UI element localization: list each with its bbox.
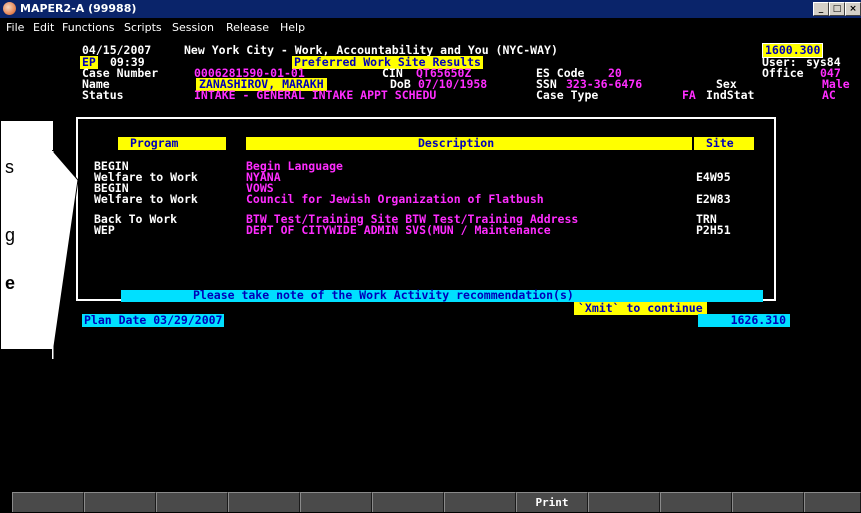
xmit-prompt[interactable]: `Xmit` to continue (574, 302, 707, 315)
fkey-3[interactable] (156, 492, 228, 512)
callout-pointer (52, 150, 79, 360)
row-program: WEP (94, 223, 115, 237)
row-site: E4W95 (696, 170, 731, 184)
row-site: E2W83 (696, 192, 731, 206)
row-program: Welfare to Work (94, 192, 198, 206)
menu-bar: File Edit Functions Scripts Session Rele… (0, 18, 861, 37)
plan-date: Plan Date 03/29/2007 (82, 313, 225, 327)
status-label: Status (82, 88, 124, 102)
fkey-12[interactable] (804, 492, 861, 512)
minimize-button[interactable]: _ (813, 2, 829, 16)
menu-session[interactable]: Session (172, 21, 214, 34)
indstat-value: AC (822, 88, 836, 102)
print-button[interactable]: Print (516, 492, 588, 512)
menu-file[interactable]: File (6, 21, 24, 34)
fkey-6[interactable] (372, 492, 444, 512)
office-label: Office (762, 66, 804, 80)
callout-line-1: s (5, 157, 14, 177)
window-title: MAPER2-A (99988) (20, 2, 137, 15)
column-site: Site (706, 136, 734, 150)
callout-line-2: g (5, 225, 16, 245)
column-description: Description (418, 136, 495, 150)
case-type-value: FA (682, 88, 696, 102)
row-site: P2H51 (696, 223, 731, 237)
menu-edit[interactable]: Edit (33, 21, 54, 34)
screen-id: 1626.310 (698, 314, 790, 327)
title-bar: MAPER2-A (99988) _ □ × (0, 0, 861, 18)
callout-line-3: e (5, 273, 16, 293)
menu-release[interactable]: Release (226, 21, 269, 34)
fkey-10[interactable] (660, 492, 732, 512)
row-description: DEPT OF CITYWIDE ADMIN SVS(MUN / Mainten… (246, 223, 551, 237)
status-value: INTAKE - GENERAL INTAKE APPT SCHEDU (194, 88, 437, 102)
fkey-4[interactable] (228, 492, 300, 512)
annotation-callout: s g e (0, 120, 54, 350)
maximize-button[interactable]: □ (829, 2, 845, 16)
fkey-2[interactable] (84, 492, 156, 512)
row-description: Council for Jewish Organization of Flatb… (246, 192, 544, 206)
menu-help[interactable]: Help (280, 21, 305, 34)
column-program: Program (130, 136, 179, 150)
fkey-9[interactable] (588, 492, 660, 512)
fkey-1[interactable] (12, 492, 84, 512)
fkey-5[interactable] (300, 492, 372, 512)
case-type-label: Case Type (536, 88, 599, 102)
function-key-bar: Print (0, 492, 861, 512)
menu-scripts[interactable]: Scripts (124, 21, 162, 34)
fkey-7[interactable] (444, 492, 516, 512)
close-button[interactable]: × (845, 2, 861, 16)
terminal-screen: 04/15/2007 New York City - Work, Account… (0, 37, 861, 492)
menu-functions[interactable]: Functions (62, 21, 115, 34)
note-text: Please take note of the Work Activity re… (193, 288, 574, 302)
indstat-label: IndStat (706, 88, 755, 102)
terminal-window: MAPER2-A (99988) _ □ × File Edit Functio… (0, 0, 861, 512)
fkey-11[interactable] (732, 492, 804, 512)
app-icon (3, 2, 16, 15)
